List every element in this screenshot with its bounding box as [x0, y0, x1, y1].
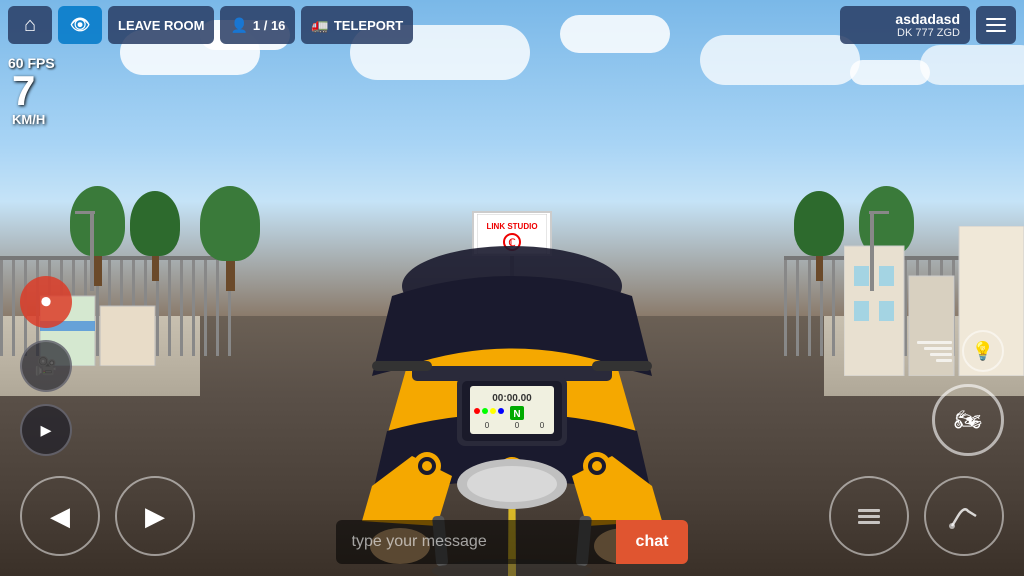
player-count-button[interactable]: 👤 1 / 16: [220, 6, 295, 44]
hud-top-bar: ⌂ 👁 LEAVE ROOM 👤 1 / 16 🚛 TELEPORT asdad…: [0, 0, 1024, 50]
menu-line: [986, 18, 1006, 20]
player-count-label: 1 / 16: [253, 18, 286, 33]
headlight-line: [917, 341, 952, 344]
message-input[interactable]: [336, 520, 616, 564]
speed-value: 7: [12, 70, 45, 112]
player-name: asdadasd: [850, 11, 960, 27]
home-button[interactable]: ⌂: [8, 6, 52, 44]
eye-icon: 👁: [70, 15, 90, 35]
menu-line: [986, 30, 1006, 32]
view-toggle-button[interactable]: 👁: [58, 6, 102, 44]
horn-button[interactable]: ▸: [20, 404, 72, 456]
cloud: [920, 45, 1024, 85]
leave-room-button[interactable]: LEAVE ROOM: [108, 6, 214, 44]
left-controls: ⏺ 🎥 ▸: [20, 276, 72, 456]
chat-area: chat: [0, 516, 1024, 576]
svg-text:N: N: [513, 409, 520, 420]
player-info-panel: asdadasd DK 777 ZGD: [840, 6, 970, 44]
lamp-post: [870, 211, 874, 291]
headlight-lines: [917, 341, 952, 362]
player-plate: DK 777 ZGD: [850, 27, 960, 39]
chat-button-label: chat: [636, 533, 669, 550]
svg-text:00:00.00: 00:00.00: [492, 393, 532, 404]
alert-record-button[interactable]: ⏺: [20, 276, 72, 328]
home-icon: ⌂: [24, 14, 36, 37]
tree: [70, 186, 125, 286]
moto-icon: 🏍: [954, 407, 982, 433]
leave-room-label: LEAVE ROOM: [118, 18, 204, 33]
headlight-line: [936, 359, 952, 362]
tree: [200, 186, 260, 291]
horn-icon: ▸: [40, 417, 51, 443]
record-icon: ⏺: [41, 291, 51, 314]
camera-button[interactable]: 🎥: [20, 340, 72, 392]
person-icon: 👤: [230, 17, 247, 34]
camera-icon: 🎥: [35, 356, 57, 377]
cloud: [850, 60, 930, 85]
speed-unit: KM/H: [12, 112, 45, 127]
truck-icon: 🚛: [311, 17, 328, 34]
tree: [794, 191, 844, 281]
menu-line: [986, 24, 1006, 26]
lamp-post: [90, 211, 94, 291]
svg-text:0: 0: [540, 421, 545, 430]
menu-button[interactable]: [976, 6, 1016, 44]
game-viewport: LINK STUDIO ℂ: [0, 0, 1024, 576]
svg-text:LINK STUDIO: LINK STUDIO: [486, 222, 537, 231]
tree: [130, 191, 180, 281]
headlight-line: [924, 347, 952, 350]
svg-text:0: 0: [515, 421, 520, 430]
svg-text:0: 0: [485, 421, 490, 430]
headlight-indicator: 💡: [917, 330, 1004, 372]
headlight-line: [930, 353, 952, 356]
right-controls: 💡 🏍: [917, 330, 1004, 456]
engine-button[interactable]: 🏍: [932, 384, 1004, 456]
teleport-label: TELEPORT: [334, 18, 403, 33]
chat-button[interactable]: chat: [616, 520, 689, 564]
speed-display: 7 KM/H: [12, 70, 45, 127]
teleport-button[interactable]: 🚛 TELEPORT: [301, 6, 413, 44]
headlight-circle[interactable]: 💡: [962, 330, 1004, 372]
